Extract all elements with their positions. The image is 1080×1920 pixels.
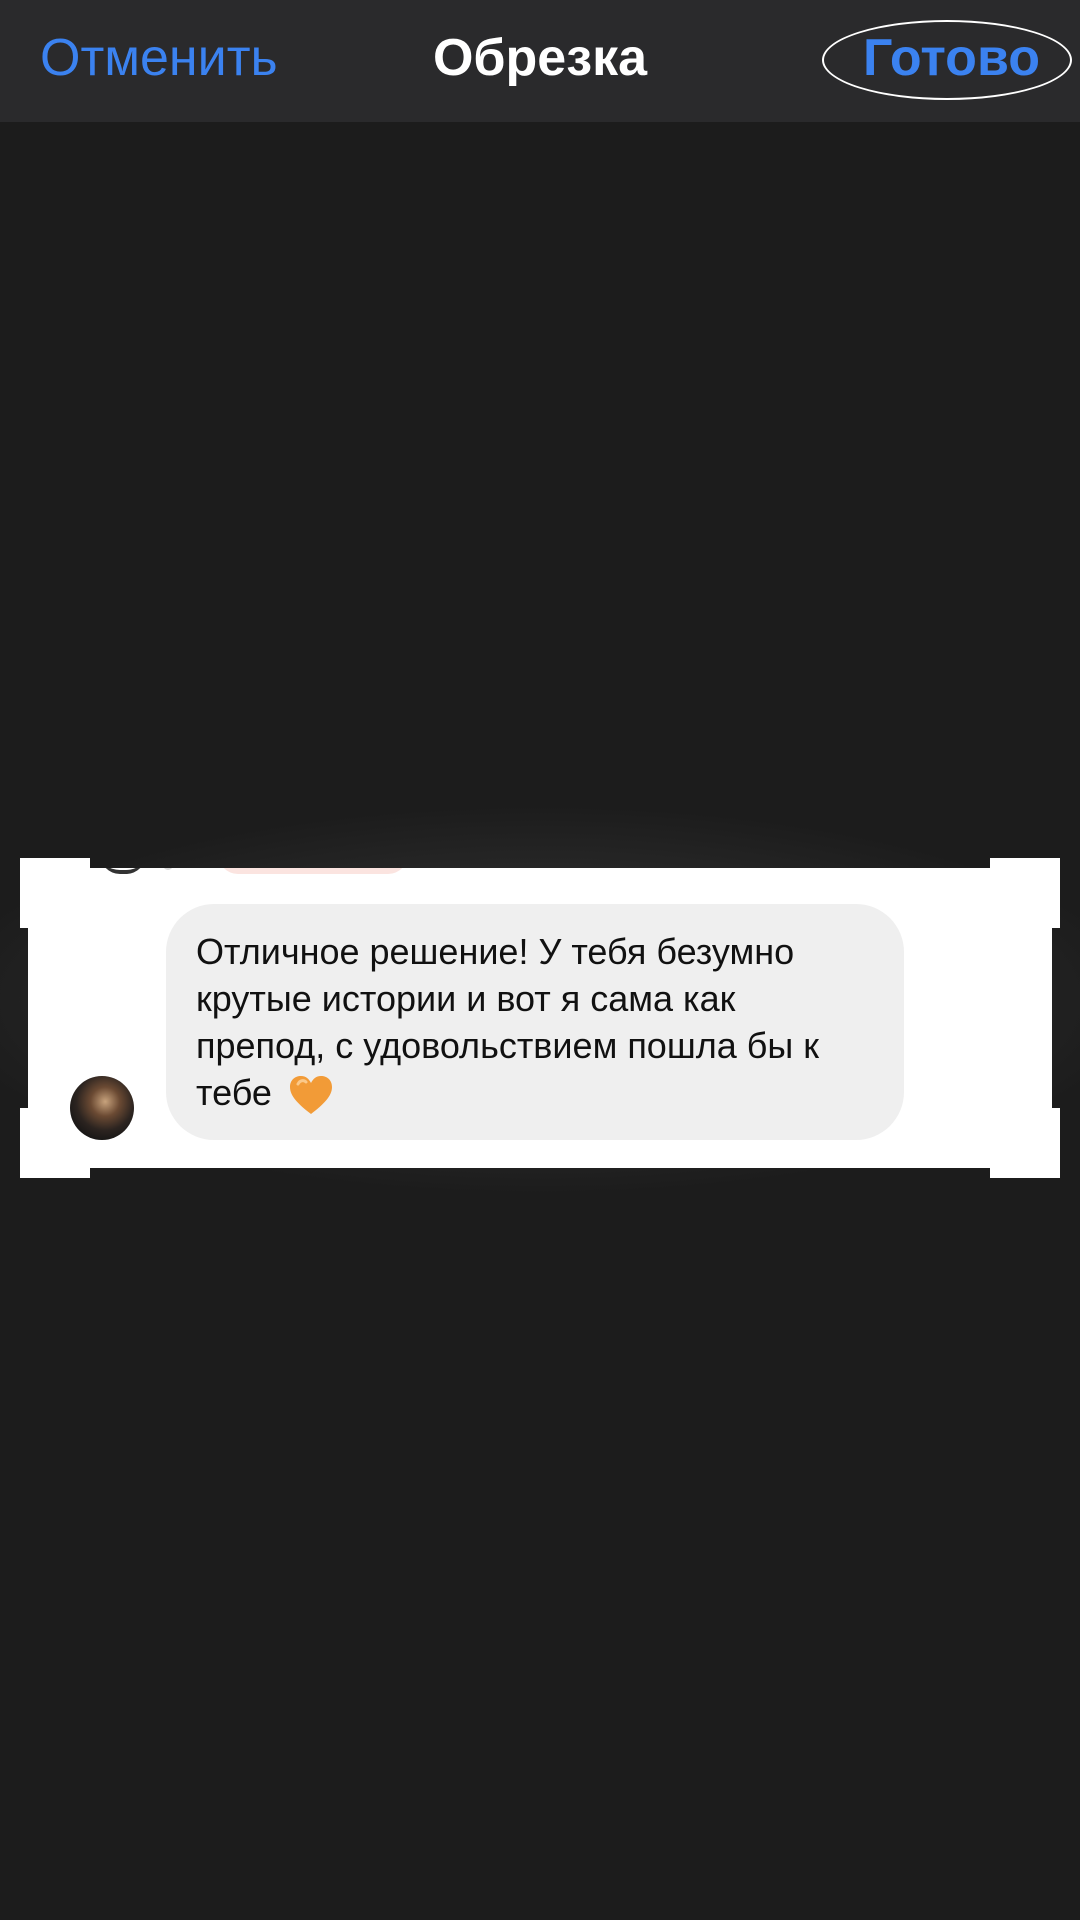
message-line: крутые истории и вот я сама как bbox=[196, 978, 736, 1019]
previous-bubble-fragment bbox=[218, 868, 408, 874]
done-button[interactable]: Готово bbox=[863, 28, 1040, 88]
message-line-last: тебе bbox=[196, 1069, 874, 1116]
message-line-text: тебе bbox=[196, 1072, 272, 1113]
orange-heart-icon bbox=[289, 1076, 332, 1115]
crop-region[interactable]: Отличное решение! У тебя безумно крутые … bbox=[28, 868, 1052, 1168]
crop-corner-top-left[interactable] bbox=[20, 858, 32, 928]
message-line: препод, с удовольствием пошла бы к bbox=[196, 1025, 819, 1066]
crop-corner-bottom-right[interactable] bbox=[1048, 1108, 1060, 1178]
crop-corner-top-right[interactable] bbox=[1048, 858, 1060, 928]
previous-avatar-fragment bbox=[100, 868, 146, 874]
crop-corner-bottom-left[interactable] bbox=[20, 1108, 32, 1178]
avatar bbox=[70, 1076, 134, 1140]
message-bubble: Отличное решение! У тебя безумно крутые … bbox=[166, 904, 904, 1140]
previous-dot-fragment bbox=[163, 868, 173, 870]
message-line: Отличное решение! У тебя безумно bbox=[196, 931, 795, 972]
top-navigation-bar: Отменить Обрезка Готово bbox=[0, 0, 1080, 122]
